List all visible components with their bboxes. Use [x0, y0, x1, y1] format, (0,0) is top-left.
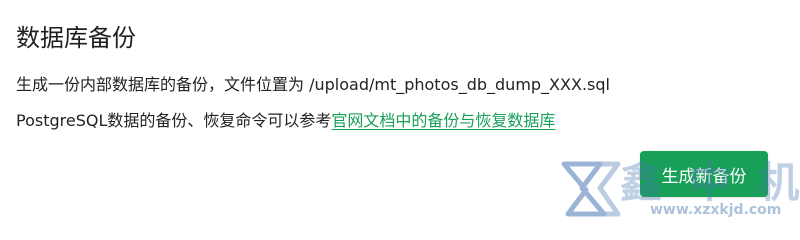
- create-backup-button[interactable]: 生成新备份: [640, 151, 768, 197]
- backup-description: 生成一份内部数据库的备份，文件位置为 /upload/mt_photos_db_…: [16, 75, 610, 94]
- page-title: 数据库备份: [16, 24, 136, 52]
- database-backup-panel: 数据库备份 生成一份内部数据库的备份，文件位置为 /upload/mt_phot…: [0, 0, 800, 226]
- docs-backup-restore-link[interactable]: 官网文档中的备份与恢复数据库: [331, 111, 555, 130]
- restore-reference: PostgreSQL数据的备份、恢复命令可以参考官网文档中的备份与恢复数据库: [16, 109, 555, 133]
- reference-prefix-text: PostgreSQL数据的备份、恢复命令可以参考: [16, 111, 332, 130]
